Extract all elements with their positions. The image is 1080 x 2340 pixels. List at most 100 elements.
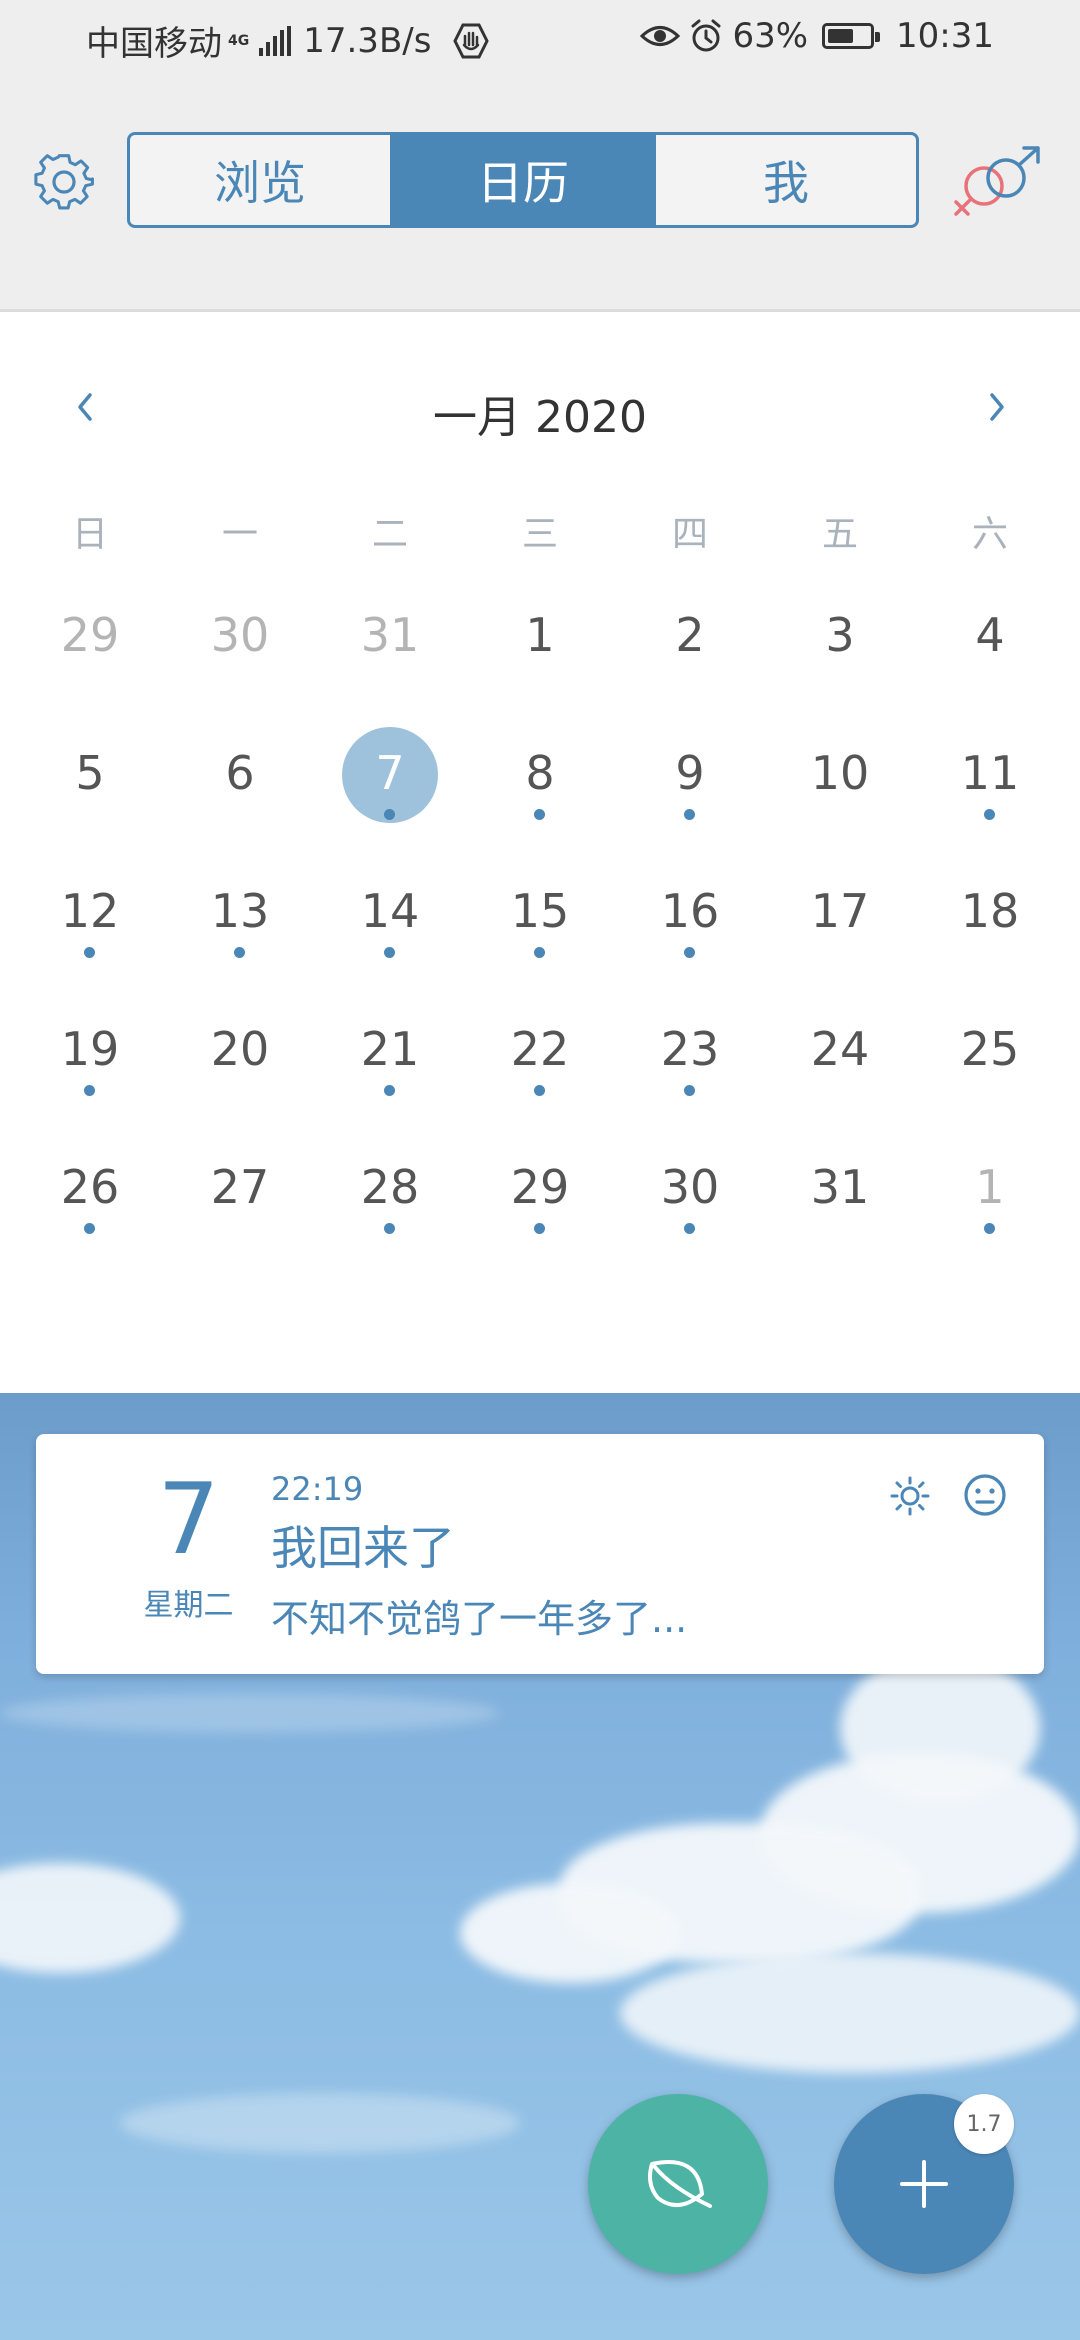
inspiration-button[interactable] [588, 2094, 768, 2274]
calendar-day[interactable]: 19 [15, 999, 165, 1137]
entry-indicator-dot [534, 809, 545, 820]
calendar-day[interactable]: 13 [165, 861, 315, 999]
calendar-day[interactable]: 28 [315, 1137, 465, 1275]
next-month-chevron-icon[interactable] [974, 385, 1018, 429]
calendar-day[interactable]: 23 [615, 999, 765, 1137]
calendar-day[interactable]: 31 [765, 1137, 915, 1275]
calendar-day[interactable]: 25 [915, 999, 1065, 1137]
settings-gear-icon[interactable] [34, 152, 94, 212]
calendar-day[interactable]: 1 [465, 585, 615, 723]
entry-indicator-dot [534, 947, 545, 958]
calendar-day[interactable]: 16 [615, 861, 765, 999]
entry-indicator-dot [534, 1085, 545, 1096]
calendar-day[interactable]: 12 [15, 861, 165, 999]
day-number: 15 [510, 884, 570, 938]
day-number: 30 [210, 608, 270, 662]
entry-indicator-dot [534, 1223, 545, 1234]
entry-weekday: 星期二 [143, 1588, 234, 1623]
battery-percent: 63% [732, 16, 809, 56]
calendar-week-row: 5 6 7 8 9 10 11 [15, 723, 1065, 861]
calendar-day[interactable]: 2 [615, 585, 765, 723]
day-number: 8 [525, 746, 555, 800]
calendar-day[interactable]: 30 [165, 585, 315, 723]
calendar-day[interactable]: 18 [915, 861, 1065, 999]
day-number: 21 [360, 1022, 420, 1076]
calendar-day[interactable]: 31 [315, 585, 465, 723]
calendar-day[interactable]: 17 [765, 861, 915, 999]
calendar-day[interactable]: 21 [315, 999, 465, 1137]
weekday-label: 一 [221, 514, 258, 555]
calendar-week-row: 29 30 31 1 2 3 4 [15, 585, 1065, 723]
entry-indicator-dot [684, 947, 695, 958]
calendar-day[interactable]: 3 [765, 585, 915, 723]
tab-browse[interactable]: 浏览 [130, 135, 390, 225]
network-speed: 17.3B/s [303, 20, 432, 61]
day-number: 9 [675, 746, 705, 800]
calendar-day[interactable]: 24 [765, 999, 915, 1137]
day-number: 20 [210, 1022, 270, 1076]
calendar-day[interactable]: 29 [465, 1137, 615, 1275]
entry-indicator-dot [684, 1085, 695, 1096]
calendar-month-title[interactable]: 一月 2020 [0, 381, 1080, 445]
calendar-day[interactable]: 11 [915, 723, 1065, 861]
entry-indicator-dot [84, 1085, 95, 1096]
entry-indicator-dot [234, 947, 245, 958]
entry-indicator-dot [984, 809, 995, 820]
calendar-day[interactable]: 22 [465, 999, 615, 1137]
calendar-day[interactable]: 14 [315, 861, 465, 999]
calendar-week-row: 19 20 21 22 23 24 25 [15, 999, 1065, 1137]
calendar-day[interactable]: 29 [15, 585, 165, 723]
entry-title: 我回来了 [271, 1521, 455, 1575]
weekday-label: 六 [971, 514, 1008, 555]
neutral-mood-icon [964, 1474, 1006, 1516]
day-number: 22 [510, 1022, 570, 1076]
tab-calendar[interactable]: 日历 [390, 135, 653, 225]
calendar-day[interactable]: 20 [165, 999, 315, 1137]
calendar-day[interactable]: 9 [615, 723, 765, 861]
entry-indicator-dot [384, 809, 395, 820]
tab-me[interactable]: 我 [653, 135, 916, 225]
day-number: 27 [210, 1160, 270, 1214]
calendar-day[interactable]: 27 [165, 1137, 315, 1275]
weekday-header: 日 一 二 三 四 五 六 [0, 505, 1080, 557]
calendar-day[interactable]: 26 [15, 1137, 165, 1275]
weekday-label: 日 [71, 514, 108, 555]
calendar-day[interactable]: 1 [915, 1137, 1065, 1275]
clock: 10:31 [896, 16, 994, 56]
sun-weather-icon [890, 1476, 930, 1516]
day-number: 29 [60, 608, 120, 662]
plus-icon [900, 2160, 948, 2208]
eye-icon [640, 26, 681, 46]
day-number: 25 [960, 1022, 1020, 1076]
calendar-week-row: 12 13 14 15 16 17 18 [15, 861, 1065, 999]
calendar-day[interactable]: 6 [165, 723, 315, 861]
day-number: 26 [60, 1160, 120, 1214]
day-number: 10 [810, 746, 870, 800]
day-number: 23 [660, 1022, 720, 1076]
day-number: 11 [960, 746, 1020, 800]
calendar-day[interactable]: 8 [465, 723, 615, 861]
calendar-day[interactable]: 30 [615, 1137, 765, 1275]
status-bar: 中国移动 4G 17.3B/s 63% 10:31 [0, 0, 1080, 72]
entry-indicator-dot [384, 1223, 395, 1234]
calendar-day[interactable]: 10 [765, 723, 915, 861]
calendar-day-selected[interactable]: 7 [315, 723, 465, 861]
network-type-label: 4G [228, 32, 250, 49]
day-number: 1 [525, 608, 555, 662]
entry-indicator-dot [684, 1223, 695, 1234]
entry-indicator-dot [984, 1223, 995, 1234]
entry-snippet: 不知不觉鸽了一年多了... [271, 1597, 688, 1641]
signal-icon [259, 25, 292, 56]
calendar-day[interactable]: 5 [15, 723, 165, 861]
gender-icon[interactable] [950, 144, 1050, 224]
day-number: 18 [960, 884, 1020, 938]
weekday-label: 三 [521, 514, 558, 555]
entry-indicator-dot [684, 809, 695, 820]
calendar-day[interactable]: 4 [915, 585, 1065, 723]
entry-day: 7 [157, 1463, 220, 1577]
day-number: 4 [975, 608, 1005, 662]
day-number: 17 [810, 884, 870, 938]
calendar-day[interactable]: 15 [465, 861, 615, 999]
diary-entry-card[interactable]: 7 星期二 22:19 我回来了 不知不觉鸽了一年多了... [36, 1434, 1044, 1674]
shield-hand-icon [453, 23, 490, 58]
